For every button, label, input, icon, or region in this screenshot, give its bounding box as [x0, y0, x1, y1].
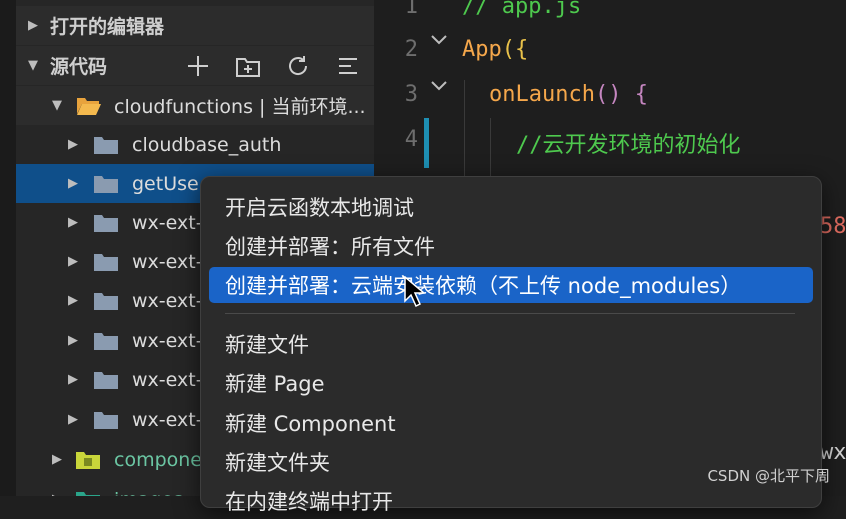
plus-icon[interactable] — [184, 52, 212, 80]
clipped-number: 58 — [820, 214, 846, 239]
clipped-text: wx — [820, 440, 846, 465]
tree-item-label: cloudbase_auth — [132, 133, 282, 156]
fold-chevron-icon[interactable] — [430, 34, 448, 50]
menu-item-new-file[interactable]: 新建文件 — [209, 326, 813, 362]
new-folder-icon[interactable] — [234, 52, 262, 80]
menu-item-local-debug[interactable]: 开启云函数本地调试 — [209, 189, 813, 225]
menu-separator — [225, 313, 795, 314]
punctuation: () { — [594, 82, 648, 107]
line-number: 2 — [404, 37, 418, 62]
tree-item-label: cloudfunctions | 当前环境... — [114, 96, 366, 118]
fold-chevron-icon[interactable] — [430, 80, 448, 96]
activity-bar-edge — [0, 0, 16, 496]
menu-item-new-component[interactable]: 新建 Component — [209, 405, 813, 441]
tree-item-label: wx-ext- — [132, 289, 203, 312]
chevron-down-icon: ▼ — [28, 58, 38, 73]
line-number: 3 — [404, 82, 418, 107]
chevron-right-icon: ▶ — [52, 452, 62, 467]
watermark: CSDN @北平下周 — [707, 467, 830, 485]
folder-icon — [94, 331, 118, 350]
line-number: 4 — [404, 127, 418, 152]
chevron-right-icon: ▶ — [68, 372, 78, 387]
chevron-right-icon: ▶ — [68, 293, 78, 308]
folder-icon — [94, 174, 118, 193]
component-folder-icon — [76, 450, 100, 469]
open-editors-label: 打开的编辑器 — [50, 16, 165, 38]
tree-item-label: images — [114, 489, 183, 497]
refresh-icon[interactable] — [284, 52, 312, 80]
tree-item-label: getUse — [132, 172, 199, 195]
tree-item-folder[interactable]: ▶ cloudbase_auth — [16, 125, 374, 164]
tree-item-label: compone — [114, 448, 202, 471]
function-name: App — [462, 37, 502, 62]
tree-item-label: wx-ext- — [132, 250, 203, 273]
chevron-right-icon: ▶ — [68, 412, 78, 427]
tree-item-label: wx-ext- — [132, 408, 203, 431]
indent-guide — [490, 118, 491, 178]
menu-item-new-page[interactable]: 新建 Page — [209, 365, 813, 401]
tree-item-label: wx-ext- — [132, 329, 203, 352]
chevron-right-icon: ▶ — [48, 492, 66, 496]
chevron-right-icon: ▶ — [68, 254, 78, 269]
chevron-down-icon: ▼ — [52, 98, 62, 113]
change-marker — [424, 118, 429, 168]
folder-icon — [94, 252, 118, 271]
chevron-right-icon: ▶ — [28, 18, 38, 33]
code-line-comment: // app.js — [462, 0, 582, 19]
chevron-right-icon: ▶ — [68, 137, 78, 152]
mouse-pointer-icon — [404, 275, 427, 312]
chevron-right-icon: ▶ — [68, 215, 78, 230]
menu-item-deploy-all[interactable]: 创建并部署：所有文件 — [209, 228, 813, 264]
code-line-app: App({ — [462, 37, 528, 62]
source-code-section[interactable]: ▼ 源代码 — [16, 46, 374, 85]
punctuation: ({ — [501, 37, 529, 62]
chevron-right-icon: ▶ — [68, 333, 78, 348]
chevron-right-icon: ▶ — [68, 176, 78, 191]
code-line-comment: //云开发环境的初始化 — [516, 133, 741, 158]
tree-item-cloudfunctions[interactable]: ▼ cloudfunctions | 当前环境... — [16, 86, 374, 125]
open-editors-section[interactable]: ▶ 打开的编辑器 — [16, 6, 374, 45]
menu-item-deploy-cloud-install[interactable]: 创建并部署：云端安装依赖（不上传 node_modules） — [209, 267, 813, 303]
folder-icon — [94, 410, 118, 429]
folder-icon — [94, 291, 118, 310]
open-folder-icon — [76, 96, 101, 115]
source-code-label: 源代码 — [50, 56, 108, 78]
tree-item-label: wx-ext- — [132, 211, 203, 234]
folder-icon — [94, 135, 118, 154]
images-folder-icon — [76, 490, 100, 496]
folder-icon — [94, 370, 118, 389]
line-number: 1 — [404, 0, 418, 19]
indent-guide — [464, 80, 465, 180]
collapse-icon[interactable] — [334, 52, 362, 80]
tree-item-label: wx-ext- — [132, 368, 203, 391]
code-line-onlaunch: onLaunch() { — [489, 82, 648, 107]
menu-item-open-terminal[interactable]: 在内建终端中打开 — [209, 483, 813, 519]
explorer-toolbar — [184, 46, 362, 85]
function-name: onLaunch — [489, 82, 595, 107]
context-menu: 开启云函数本地调试 创建并部署：所有文件 创建并部署：云端安装依赖（不上传 no… — [200, 176, 822, 514]
folder-icon — [94, 213, 118, 232]
